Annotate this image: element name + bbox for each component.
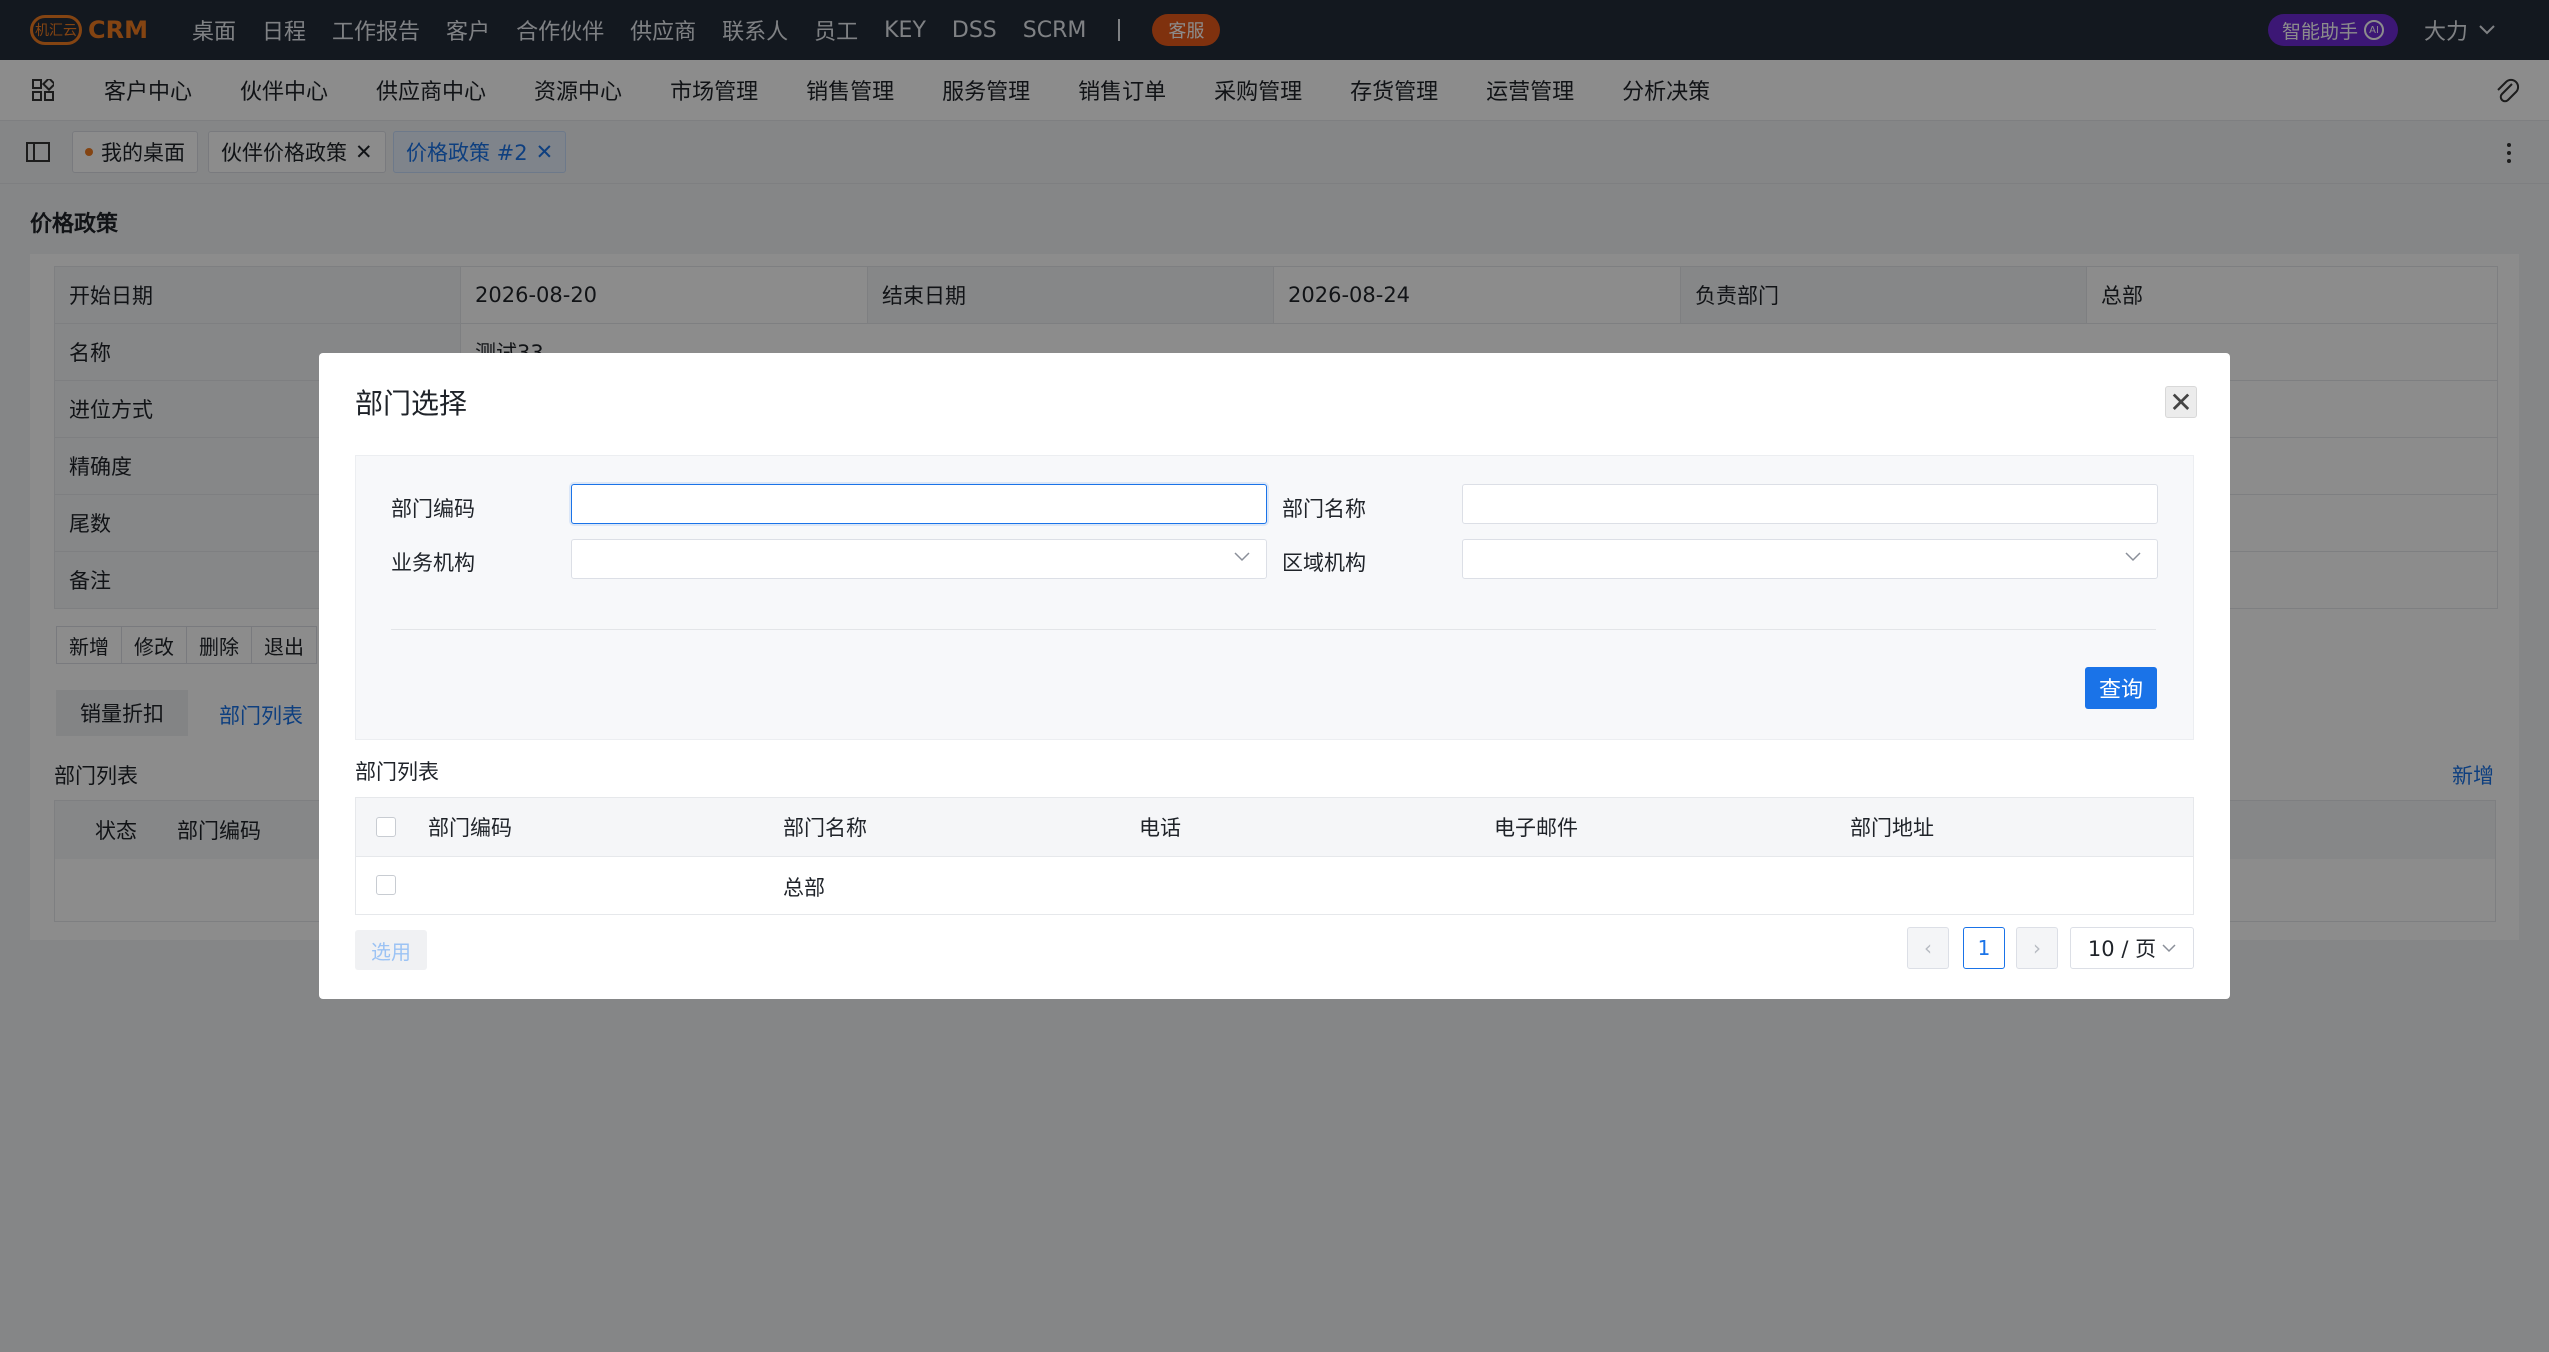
list-title: 部门列表	[355, 760, 439, 784]
close-icon[interactable]: ✕	[2165, 386, 2197, 419]
dept-name-input[interactable]	[1462, 484, 2158, 524]
col-dept-code: 部门编码	[428, 816, 512, 840]
page-size-value: 10 / 页	[2087, 937, 2157, 961]
prev-page-button[interactable]: ‹	[1907, 927, 1949, 969]
dept-code-input[interactable]	[571, 484, 1267, 524]
modal-title: 部门选择	[355, 387, 468, 420]
next-page-button[interactable]: ›	[2016, 927, 2058, 969]
select-all-checkbox[interactable]	[376, 817, 396, 837]
chevron-down-icon	[1234, 552, 1250, 562]
region-org-select[interactable]	[1462, 539, 2158, 579]
page-size-select[interactable]: 10 / 页	[2070, 927, 2194, 969]
region-org-label: 区域机构	[1282, 551, 1366, 575]
page-1-button[interactable]: 1	[1963, 927, 2005, 969]
col-dept-name: 部门名称	[783, 816, 867, 840]
col-email: 电子邮件	[1494, 816, 1578, 840]
dept-code-label: 部门编码	[391, 497, 475, 521]
dept-name-label: 部门名称	[1282, 497, 1366, 521]
chevron-down-icon	[2162, 943, 2176, 952]
select-button[interactable]: 选用	[355, 930, 427, 970]
filter-divider	[391, 629, 2156, 630]
query-button[interactable]: 查询	[2085, 667, 2157, 709]
col-address: 部门地址	[1850, 816, 1934, 840]
business-org-label: 业务机构	[391, 551, 475, 575]
cell-dept-name[interactable]: 总部	[783, 872, 825, 902]
col-phone: 电话	[1139, 816, 1181, 840]
row-checkbox[interactable]	[376, 875, 396, 895]
business-org-select[interactable]	[571, 539, 1267, 579]
chevron-down-icon	[2125, 552, 2141, 562]
